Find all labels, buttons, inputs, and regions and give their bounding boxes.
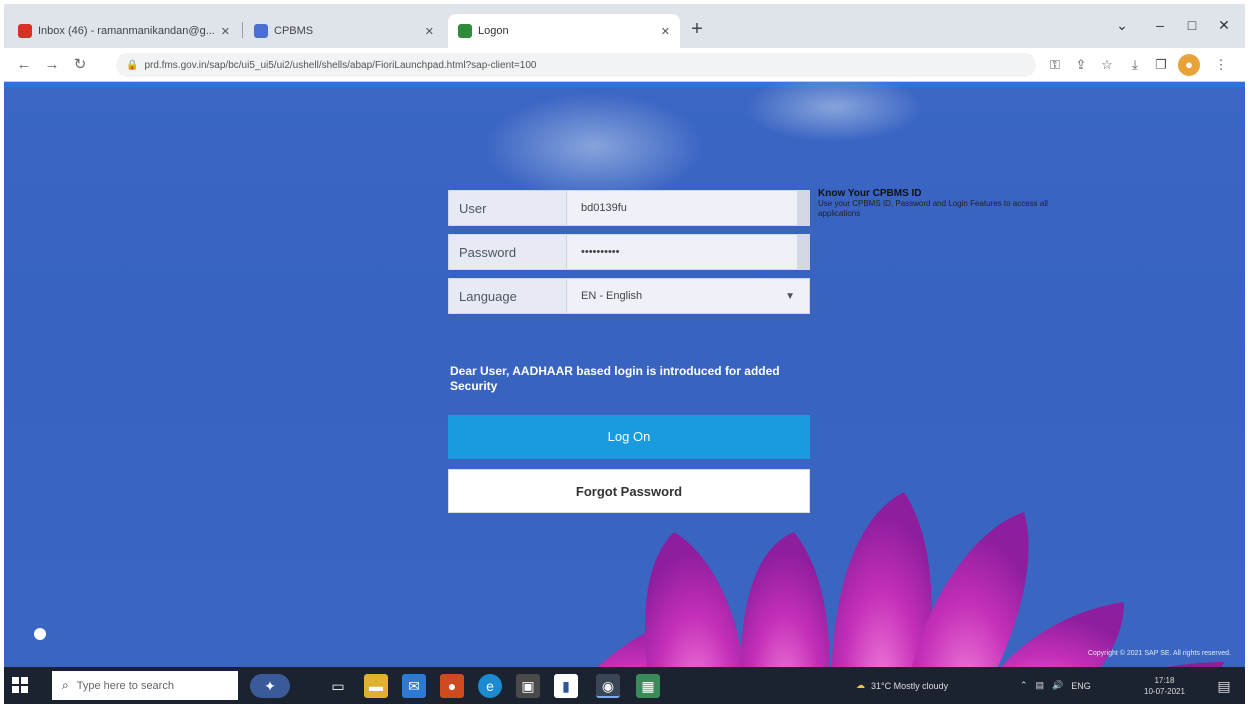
weather-text: 31°C Mostly cloudy (871, 680, 949, 691)
window-icon[interactable]: ❐ (1150, 54, 1172, 76)
clock[interactable]: 17:18 10-07-2021 (1144, 667, 1185, 704)
tab-label: Inbox (46) - ramanmanikandan@g... (38, 25, 215, 37)
screen: Inbox (46) - ramanmanikandan@g... ✕ CPBM… (4, 4, 1245, 704)
forgot-password-button[interactable]: Forgot Password (448, 469, 810, 513)
background-cloud (484, 92, 704, 202)
chevron-up-icon[interactable]: ⌃ (1020, 680, 1028, 691)
back-icon[interactable]: ← (12, 53, 36, 77)
side-note-title: Know Your CPBMS ID (818, 188, 922, 199)
tab-label: Logon (478, 25, 509, 37)
clock-date: 10-07-2021 (1144, 686, 1185, 696)
side-note-body: Use your CPBMS ID, Password and Login Fe… (818, 199, 1048, 218)
close-window-button[interactable]: ✕ (1204, 12, 1244, 38)
tab-gmail[interactable]: Inbox (46) - ramanmanikandan@g... ✕ (8, 14, 240, 48)
task-view-icon[interactable]: ▭ (326, 674, 350, 698)
close-icon[interactable]: ✕ (661, 25, 670, 38)
clock-time: 17:18 (1154, 675, 1175, 685)
network-icon[interactable]: ▤ (1036, 680, 1045, 691)
login-form: User Password Language EN - English ▼ (448, 190, 810, 322)
office-icon[interactable]: ● (440, 674, 464, 698)
user-input[interactable] (581, 202, 797, 214)
page-icon (254, 24, 268, 38)
language-label: Language (449, 279, 567, 313)
key-icon[interactable]: ⚿ (1044, 54, 1066, 76)
start-button[interactable] (12, 677, 28, 693)
tab-cpbms[interactable]: CPBMS ✕ (244, 14, 444, 48)
menu-icon[interactable]: ⋮ (1210, 54, 1232, 76)
lock-icon: 🔒 (126, 59, 139, 71)
password-input[interactable] (581, 246, 797, 258)
notifications-icon[interactable]: ▤ (1212, 674, 1236, 698)
windows-taskbar: ⌕ Type here to search ✦ ▭ ▬ ✉ ● e ▣ ▮ ◉ … (4, 667, 1245, 704)
download-icon[interactable]: ⤓ (1124, 54, 1146, 76)
help-icon[interactable] (34, 628, 46, 640)
system-tray: ⌃ ▤ 🔊 ENG (1020, 667, 1091, 704)
volume-icon[interactable]: 🔊 (1052, 680, 1063, 691)
taskbar-search[interactable]: ⌕ Type here to search (52, 671, 238, 700)
star-icon[interactable]: ☆ (1096, 54, 1118, 76)
chevron-down-icon[interactable]: ⌄ (1102, 12, 1142, 38)
login-page: User Password Language EN - English ▼ Kn… (4, 82, 1245, 667)
browser-toolbar: ← → ↻ 🔒 prd.fms.gov.in/sap/bc/ui5_ui5/ui… (4, 48, 1245, 82)
tab-label: CPBMS (274, 25, 314, 37)
background-cloud (744, 82, 924, 142)
top-accent-line (4, 82, 1245, 87)
tab-logon[interactable]: Logon ✕ (448, 14, 680, 48)
reload-icon[interactable]: ↻ (68, 53, 92, 77)
word-icon[interactable]: ▮ (554, 674, 578, 698)
language-indicator[interactable]: ENG (1071, 681, 1091, 691)
user-row: User (448, 190, 810, 226)
search-placeholder: Type here to search (76, 679, 174, 692)
chrome-icon[interactable]: ◉ (596, 674, 620, 698)
new-tab-button[interactable]: + (684, 16, 710, 42)
copyright-text: Copyright © 2021 SAP SE. All rights rese… (1087, 650, 1231, 657)
page-icon (458, 24, 472, 38)
language-row: Language EN - English ▼ (448, 278, 810, 314)
weather-widget[interactable]: ☁ 31°C Mostly cloudy (856, 667, 948, 704)
store-icon[interactable]: ▣ (516, 674, 540, 698)
address-bar[interactable]: 🔒 prd.fms.gov.in/sap/bc/ui5_ui5/ui2/ushe… (116, 53, 1036, 77)
news-widget-icon[interactable]: ✦ (250, 674, 290, 698)
side-note: Know Your CPBMS ID Use your CPBMS ID, Pa… (818, 188, 1068, 219)
search-icon: ⌕ (62, 678, 69, 692)
field-edge (797, 191, 809, 225)
security-message: Dear User, AADHAAR based login is introd… (450, 364, 780, 393)
profile-icon[interactable]: ● (1178, 54, 1200, 76)
edge-icon[interactable]: e (478, 674, 502, 698)
password-row: Password (448, 234, 810, 270)
share-icon[interactable]: ⇪ (1070, 54, 1092, 76)
close-icon[interactable]: ✕ (425, 25, 434, 38)
close-icon[interactable]: ✕ (221, 25, 230, 38)
file-explorer-icon[interactable]: ▬ (364, 674, 388, 698)
mail-icon[interactable]: ✉ (402, 674, 426, 698)
url-text: prd.fms.gov.in/sap/bc/ui5_ui5/ui2/ushell… (144, 59, 537, 71)
tab-divider (242, 22, 243, 38)
photos-icon[interactable]: ▦ (636, 674, 660, 698)
user-label: User (449, 191, 567, 225)
language-select[interactable]: EN - English (567, 279, 809, 313)
cloud-icon: ☁ (856, 680, 865, 690)
browser-tab-strip: Inbox (46) - ramanmanikandan@g... ✕ CPBM… (4, 4, 1245, 48)
forward-icon[interactable]: → (40, 53, 64, 77)
language-value: EN - English (581, 290, 643, 302)
chevron-down-icon[interactable]: ▼ (785, 291, 795, 302)
field-edge (797, 235, 809, 269)
password-label: Password (449, 235, 567, 269)
gmail-icon (18, 24, 32, 38)
log-on-button[interactable]: Log On (448, 415, 810, 459)
